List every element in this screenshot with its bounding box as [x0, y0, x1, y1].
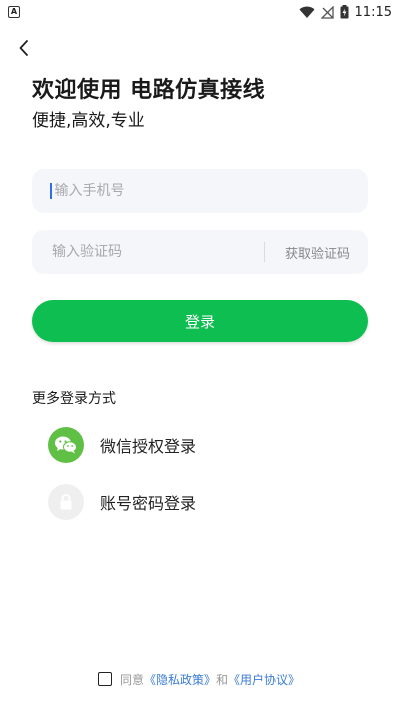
get-code-button[interactable]: 获取验证码 [265, 243, 350, 262]
no-signal-icon [320, 5, 334, 19]
lock-icon [48, 484, 84, 520]
and-text: 和 [216, 672, 229, 687]
text-cursor [50, 183, 52, 199]
status-left: A [8, 6, 20, 18]
account-login-label: 账号密码登录 [100, 494, 197, 513]
battery-charging-icon [340, 5, 349, 19]
verification-code-field[interactable]: 获取验证码 [32, 230, 368, 274]
more-login-title: 更多登录方式 [32, 391, 116, 407]
page-subtitle: 便捷,高效,专业 [32, 111, 145, 131]
notification-icon: A [8, 6, 20, 18]
phone-input[interactable] [52, 182, 350, 200]
user-agreement-link[interactable]: 《用户协议》 [228, 671, 300, 688]
account-login-option[interactable]: 账号密码登录 [48, 484, 196, 520]
agreement-row: 同意 《隐私政策》 和 《用户协议》 [98, 670, 300, 688]
chevron-left-icon [19, 40, 28, 56]
status-time: 11:15 [354, 4, 392, 20]
agreement-checkbox[interactable] [98, 672, 112, 686]
wechat-login-option[interactable]: 微信授权登录 [48, 427, 196, 463]
status-bar: A 11:15 [0, 0, 400, 24]
back-button[interactable] [12, 36, 36, 60]
privacy-policy-link[interactable]: 《隐私政策》 [144, 671, 216, 688]
status-right: 11:15 [299, 5, 392, 20]
page-title: 欢迎使用 电路仿真接线 [32, 78, 266, 103]
phone-field[interactable] [32, 169, 368, 213]
wechat-icon [48, 427, 84, 463]
login-button[interactable]: 登录 [32, 300, 368, 342]
agree-text: 同意 [120, 672, 145, 687]
wechat-login-label: 微信授权登录 [100, 437, 197, 456]
verification-code-input[interactable] [50, 243, 234, 261]
wifi-icon [299, 6, 315, 18]
